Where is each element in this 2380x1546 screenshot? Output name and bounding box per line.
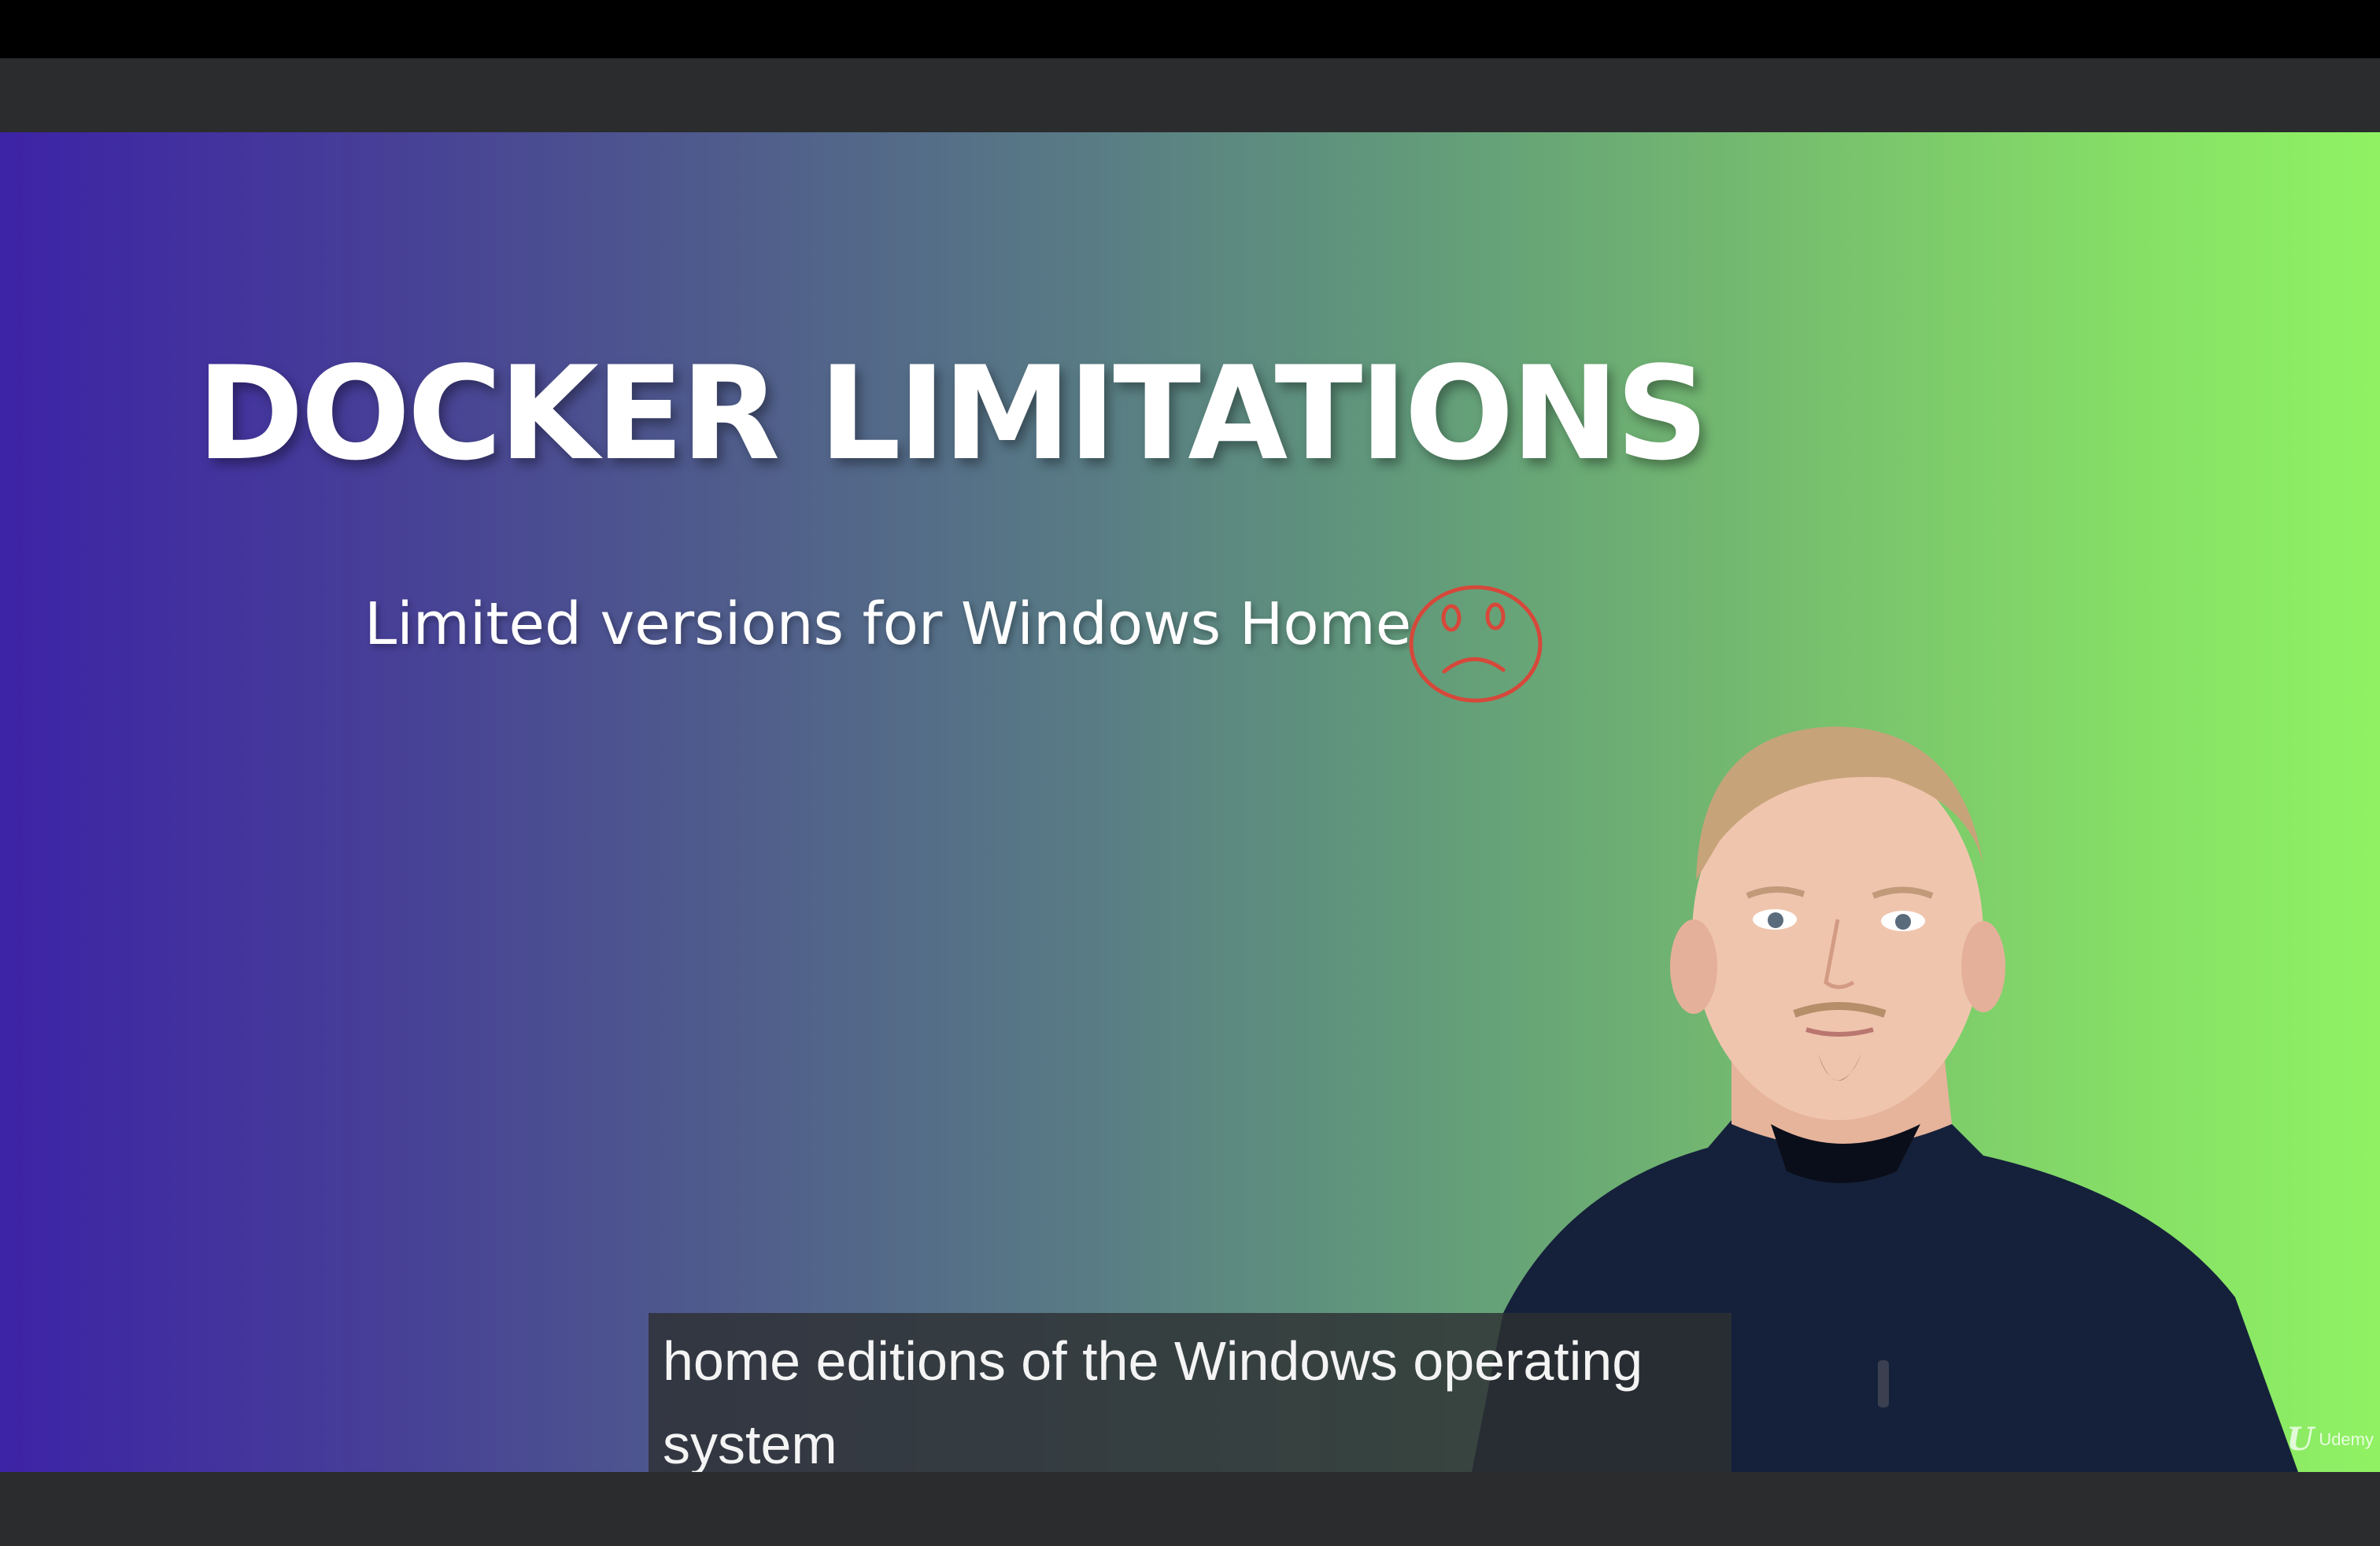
- udemy-watermark: U Udemy: [2286, 1421, 2374, 1458]
- video-player[interactable]: DOCKER LIMITATIONS Limited versions for …: [0, 132, 2380, 1472]
- slide-subtitle: Limited versions for Windows Home: [364, 590, 1412, 658]
- slide-title: DOCKER LIMITATIONS: [197, 338, 1709, 489]
- player-header-bar: [0, 58, 2380, 132]
- udemy-watermark-text: Udemy: [2319, 1429, 2374, 1449]
- player-footer-bar: [0, 1472, 2380, 1546]
- caption-line-2: system: [663, 1414, 837, 1472]
- top-black-bar: [0, 0, 2380, 58]
- caption-line-1: home editions of the Windows operating: [663, 1330, 1643, 1392]
- caption-box: home editions of the Windows operating s…: [649, 1313, 1731, 1472]
- udemy-logo-icon: U: [2286, 1421, 2315, 1458]
